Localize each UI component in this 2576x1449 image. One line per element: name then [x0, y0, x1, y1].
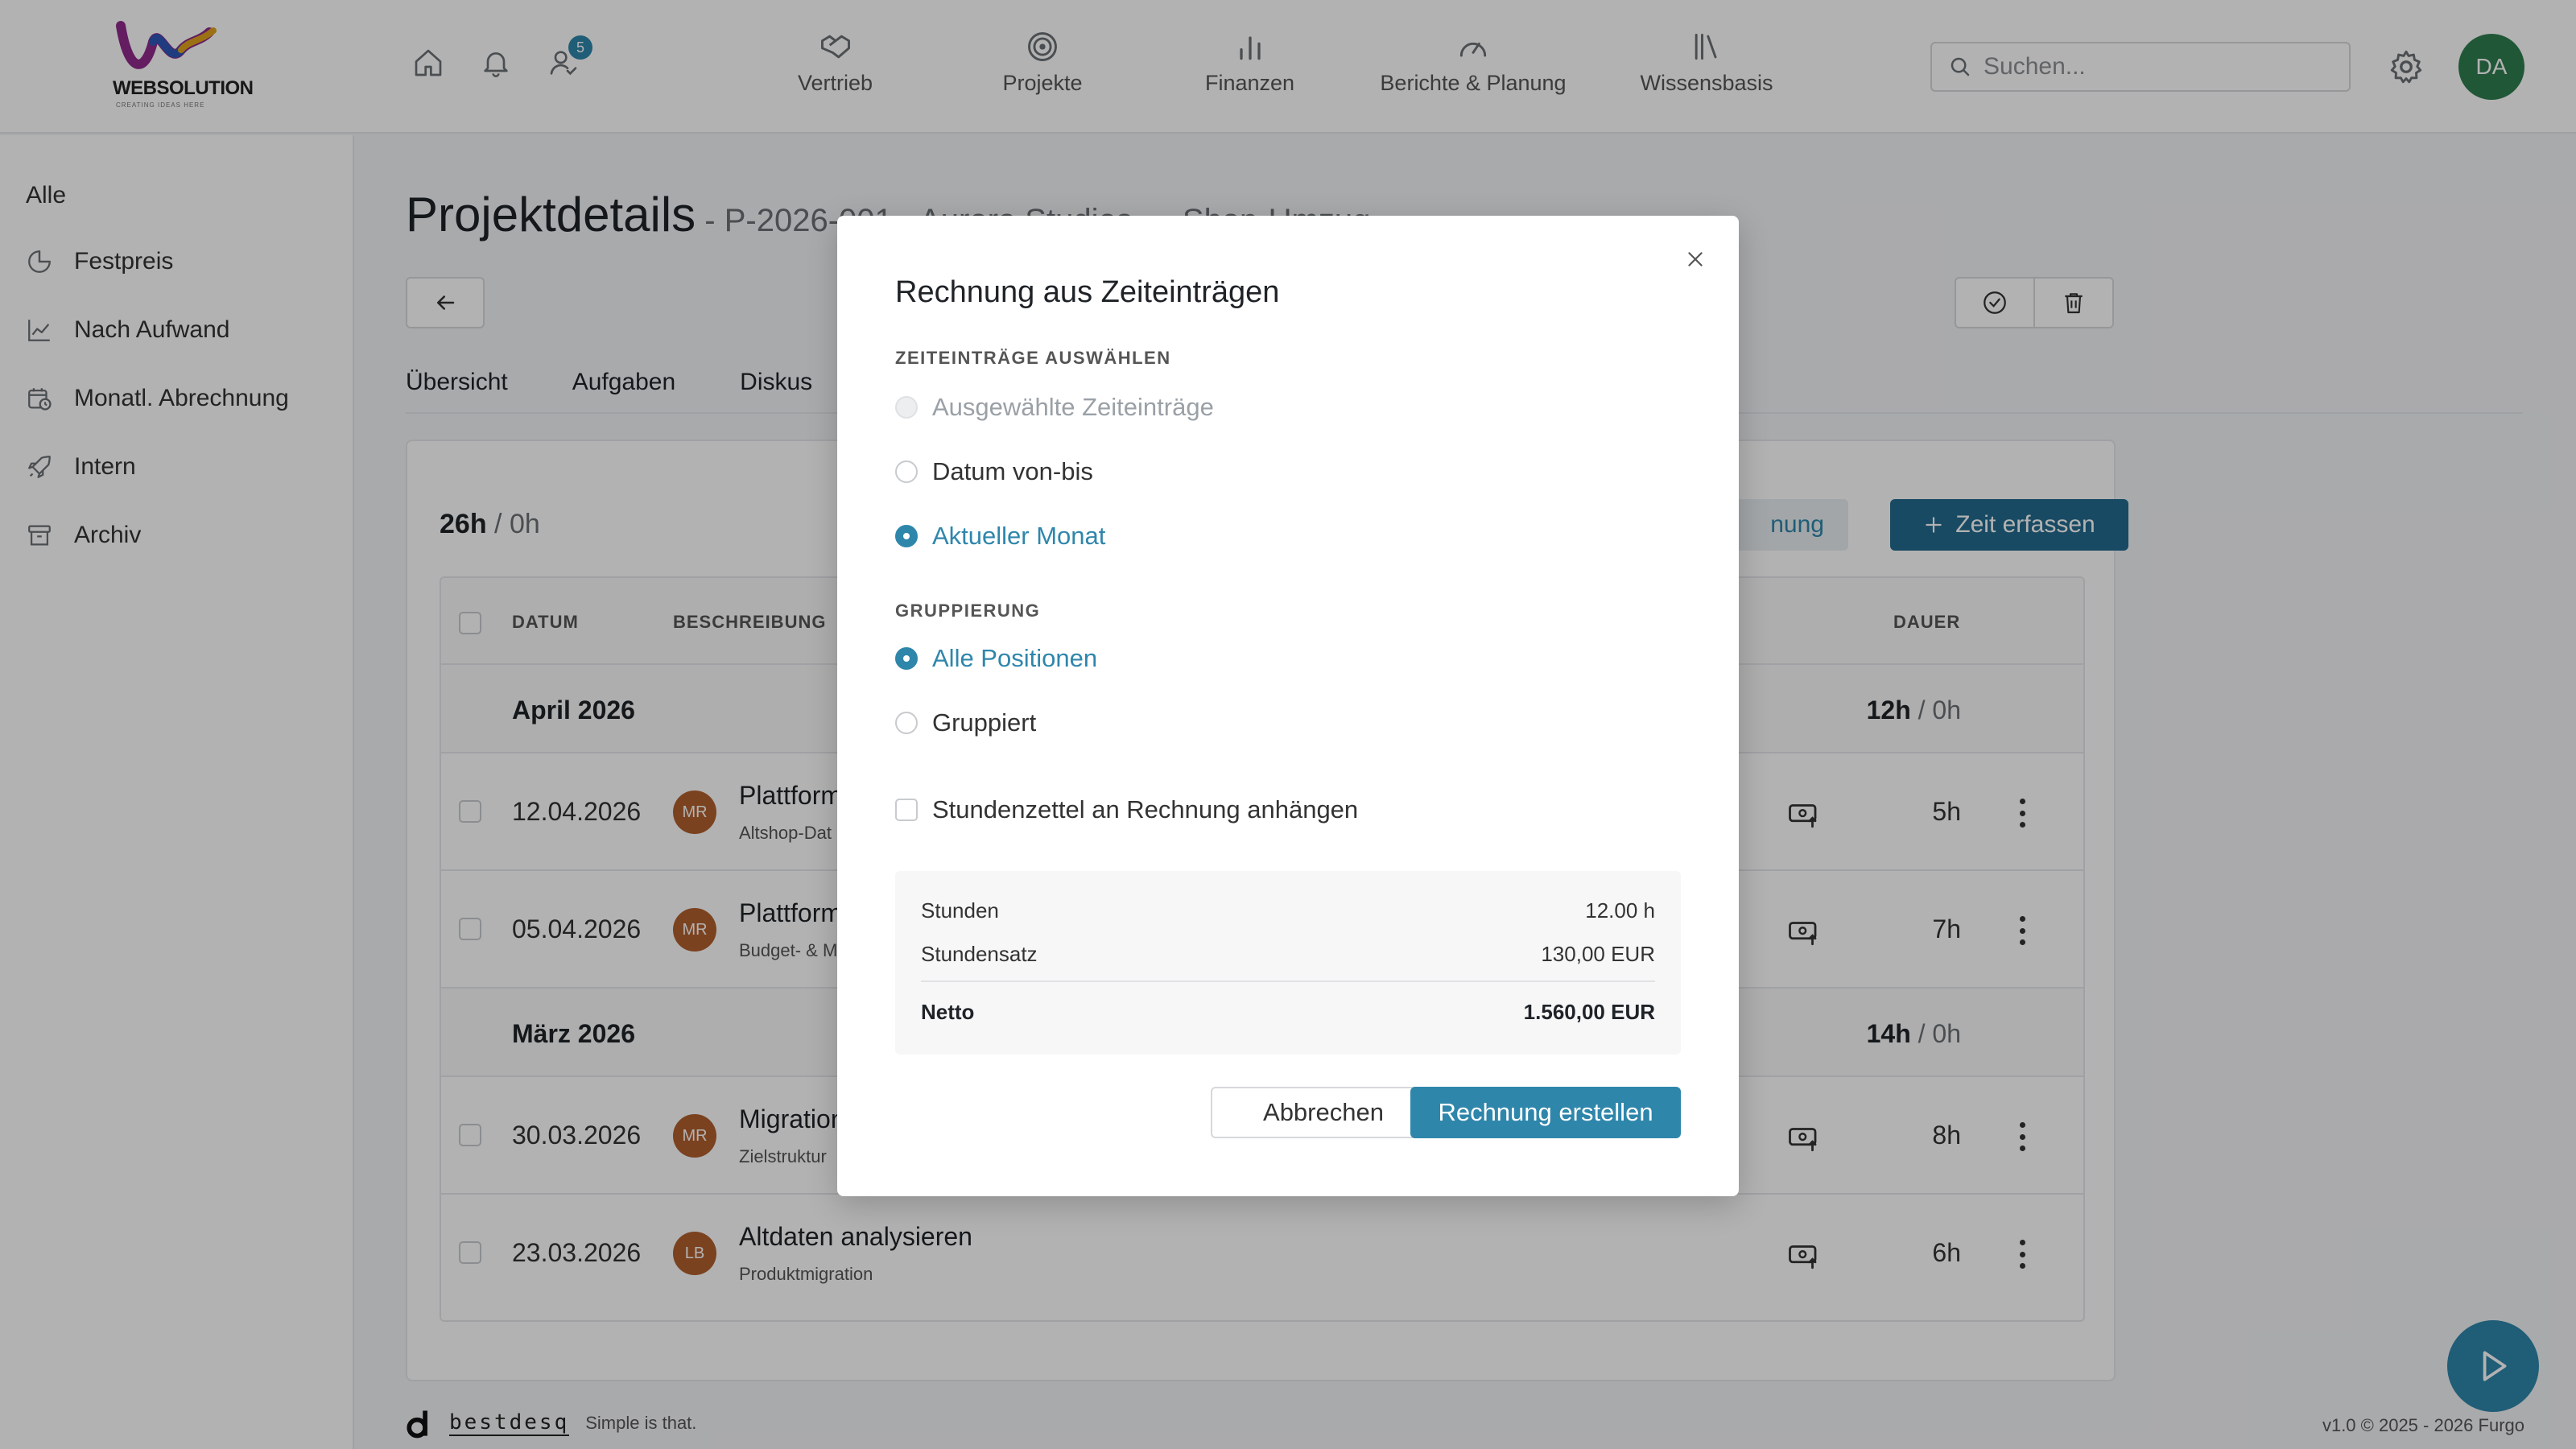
dialog-title: Rechnung aus Zeiteinträgen — [895, 275, 1280, 309]
summary-divider — [921, 980, 1655, 982]
close-icon — [1688, 252, 1703, 266]
radio-label: Alle Positionen — [932, 644, 1098, 672]
radio-button[interactable] — [895, 647, 918, 670]
summary-hours: Stunden 12.00 h — [921, 898, 1655, 923]
attach-timesheet-checkbox[interactable] — [895, 799, 918, 821]
invoice-summary: Stunden 12.00 h Stundensatz 130,00 EUR Net… — [895, 871, 1681, 1055]
radio-button[interactable] — [895, 712, 918, 734]
radio-current-month[interactable]: Aktueller Monat — [895, 522, 1105, 551]
summary-net: Netto 1.560,00 EUR — [921, 1000, 1655, 1024]
radio-grouped[interactable]: Gruppiert — [895, 708, 1036, 737]
create-invoice-button[interactable]: Rechnung erstellen — [1410, 1087, 1681, 1138]
radio-label: Ausgewählte Zeiteinträge — [932, 393, 1214, 421]
grouping-section-label: GRUPPIERUNG — [895, 601, 1041, 621]
radio-date-range[interactable]: Datum von-bis — [895, 457, 1093, 486]
invoice-from-time-entries-dialog: Rechnung aus Zeiteinträgen ZEITEINTRÄGE … — [837, 216, 1739, 1196]
radio-button[interactable] — [895, 525, 918, 547]
attach-timesheet-option[interactable]: Stundenzettel an Rechnung anhängen — [895, 795, 1358, 824]
radio-button[interactable] — [895, 460, 918, 483]
radio-selected-entries: Ausgewählte Zeiteinträge — [895, 393, 1214, 422]
select-section-label: ZEITEINTRÄGE AUSWÄHLEN — [895, 348, 1171, 368]
radio-all-positions[interactable]: Alle Positionen — [895, 644, 1097, 673]
radio-button — [895, 396, 918, 419]
radio-label: Datum von-bis — [932, 457, 1093, 485]
attach-timesheet-label: Stundenzettel an Rechnung anhängen — [932, 795, 1359, 824]
radio-label: Gruppiert — [932, 708, 1037, 737]
summary-rate: Stundensatz 130,00 EUR — [921, 942, 1655, 966]
cancel-button[interactable]: Abbrechen — [1211, 1087, 1436, 1138]
close-button[interactable] — [1679, 243, 1711, 275]
radio-label: Aktueller Monat — [932, 522, 1106, 550]
